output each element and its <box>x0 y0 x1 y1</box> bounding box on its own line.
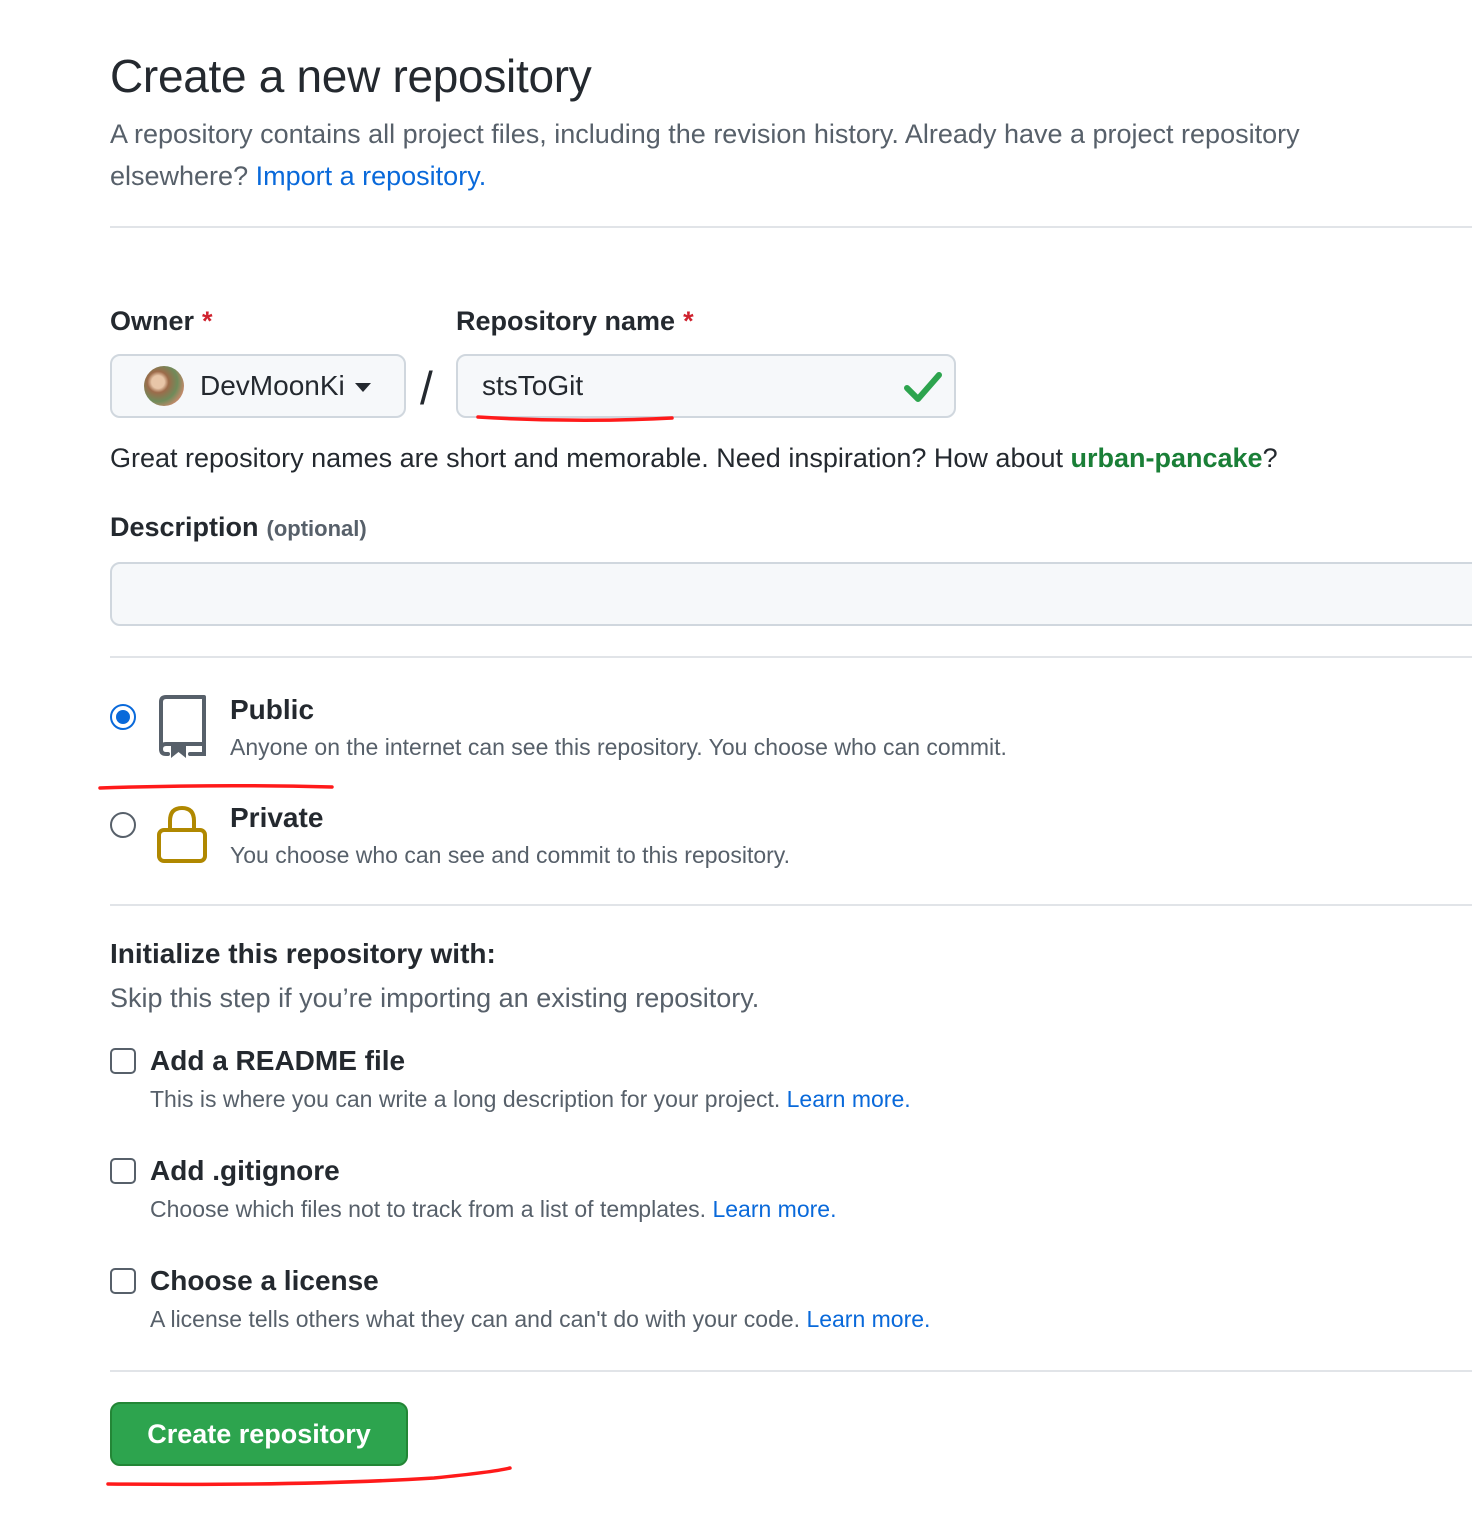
license-title: Choose a license <box>150 1265 379 1296</box>
lock-icon <box>157 805 207 863</box>
public-desc: Anyone on the internet can see this repo… <box>230 734 1007 760</box>
private-radio[interactable] <box>110 812 136 838</box>
private-desc: You choose who can see and commit to thi… <box>230 842 790 868</box>
gitignore-title: Add .gitignore <box>150 1155 340 1186</box>
annotation-underline <box>106 1466 512 1487</box>
page-title: Create a new repository <box>110 50 592 102</box>
divider <box>110 226 1472 228</box>
gitignore-checkbox[interactable] <box>110 1158 136 1184</box>
divider <box>110 656 1472 658</box>
checkmark-icon <box>904 372 942 402</box>
name-suggestion[interactable]: urban-pancake <box>1071 443 1263 473</box>
owner-label-text: Owner <box>110 306 195 336</box>
annotation-underline <box>476 415 674 423</box>
gitignore-desc: Choose which files not to track from a l… <box>150 1196 836 1223</box>
avatar <box>144 366 184 406</box>
divider <box>110 1370 1472 1372</box>
license-desc: A license tells others what they can and… <box>150 1306 930 1333</box>
description-label-text: Description <box>110 512 259 542</box>
initialize-subtitle: Skip this step if you’re importing an ex… <box>110 983 760 1013</box>
repo-icon <box>159 695 206 758</box>
create-repository-button[interactable]: Create repository <box>110 1402 408 1466</box>
repo-name-label-text: Repository name <box>456 306 676 336</box>
import-repository-link[interactable]: Import a repository. <box>256 161 487 191</box>
readme-title: Add a README file <box>150 1045 406 1076</box>
divider <box>110 904 1472 906</box>
description-optional: (optional) <box>266 516 367 541</box>
gitignore-desc-text: Choose which files not to track from a l… <box>150 1196 707 1222</box>
license-checkbox[interactable] <box>110 1268 136 1294</box>
readme-learn-more-link[interactable]: Learn more. <box>787 1086 911 1112</box>
repo-name-required-mark: * <box>683 306 694 336</box>
page-subtitle: A repository contains all project files,… <box>110 113 1430 197</box>
readme-desc-text: This is where you can write a long descr… <box>150 1086 781 1112</box>
gitignore-learn-more-link[interactable]: Learn more. <box>712 1196 836 1222</box>
private-title: Private <box>230 802 324 833</box>
annotation-underline <box>98 783 334 790</box>
license-learn-more-link[interactable]: Learn more. <box>806 1306 930 1332</box>
owner-dropdown[interactable]: DevMoonKi <box>110 354 406 418</box>
readme-desc: This is where you can write a long descr… <box>150 1086 911 1113</box>
name-hint: Great repository names are short and mem… <box>110 438 1278 478</box>
repo-name-label: Repository name * <box>456 306 694 337</box>
readme-checkbox[interactable] <box>110 1048 136 1074</box>
name-hint-text: Great repository names are short and mem… <box>110 443 1063 473</box>
public-title: Public <box>230 694 315 725</box>
owner-required-mark: * <box>202 306 213 336</box>
license-desc-text: A license tells others what they can and… <box>150 1306 801 1332</box>
public-radio[interactable] <box>110 704 136 730</box>
description-label: Description (optional) <box>110 512 367 543</box>
description-input[interactable] <box>110 562 1472 626</box>
initialize-title: Initialize this repository with: <box>110 938 496 969</box>
caret-down-icon <box>354 382 371 392</box>
owner-repo-separator: / <box>420 362 433 414</box>
owner-name: DevMoonKi <box>200 370 345 401</box>
name-hint-end: ? <box>1262 443 1278 473</box>
repo-name-input[interactable] <box>456 354 956 418</box>
owner-label: Owner * <box>110 306 213 337</box>
